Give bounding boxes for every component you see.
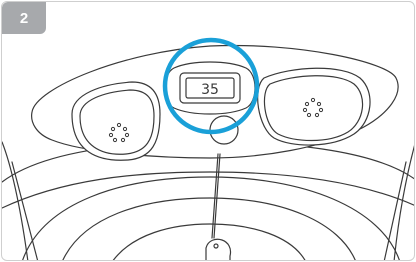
display-reading: 35	[201, 82, 219, 98]
device-illustration: 35	[2, 37, 414, 260]
step-number-badge: 2	[2, 2, 46, 34]
instruction-step-card: 35 2	[1, 1, 415, 261]
